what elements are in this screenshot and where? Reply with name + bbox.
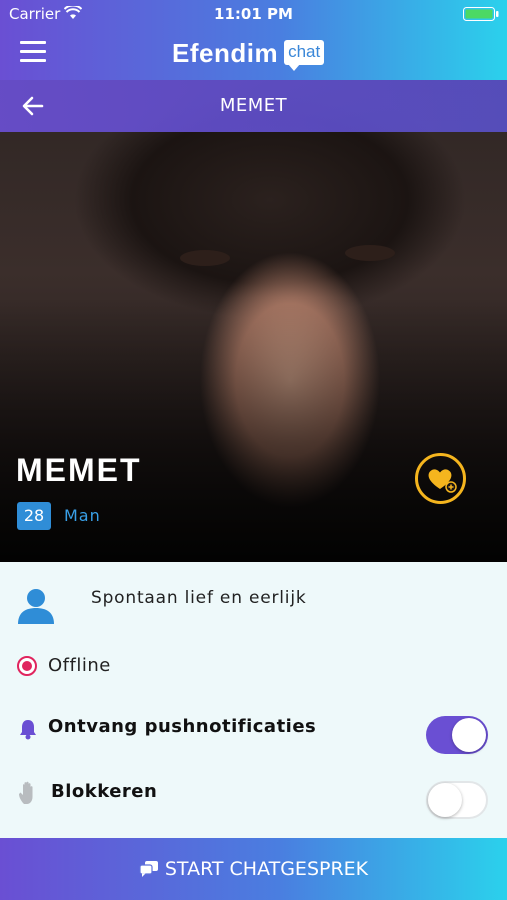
status-text: Offline — [48, 655, 111, 676]
hamburger-icon[interactable] — [20, 41, 46, 65]
page-title: MEMET — [219, 95, 288, 116]
status-indicator — [17, 656, 37, 676]
push-notifications-label: Ontvang pushnotificaties — [48, 716, 317, 737]
brand-logo: Efendim chat — [172, 37, 325, 71]
hand-icon — [19, 781, 33, 804]
block-label: Blokkeren — [51, 781, 158, 802]
favorite-button[interactable] — [415, 453, 466, 504]
gender-label: Man — [64, 506, 101, 525]
profile-name: MEMET — [16, 452, 142, 488]
battery-icon — [463, 7, 499, 21]
bell-icon — [20, 720, 36, 740]
push-notifications-toggle[interactable] — [426, 716, 488, 754]
toggle-knob — [428, 783, 462, 817]
start-chat-label: START CHATGESPREK — [164, 858, 369, 880]
chat-bubbles-icon — [139, 861, 158, 877]
heart-plus-icon — [428, 469, 457, 493]
profile-bio: Spontaan lief en eerlijk — [91, 588, 307, 608]
user-icon — [18, 589, 54, 624]
clock: 11:01 PM — [214, 5, 293, 23]
status-bar: Carrier 11:01 PM — [0, 0, 507, 28]
toggle-knob — [452, 718, 486, 752]
start-chat-button[interactable]: START CHATGESPREK — [0, 838, 507, 900]
profile-navbar: MEMET — [0, 80, 507, 132]
brand-badge: chat — [284, 40, 325, 71]
block-toggle[interactable] — [426, 781, 488, 819]
brand-name: Efendim — [172, 38, 279, 68]
app-header: Efendim chat — [0, 28, 507, 80]
age-badge: 28 — [17, 502, 51, 530]
